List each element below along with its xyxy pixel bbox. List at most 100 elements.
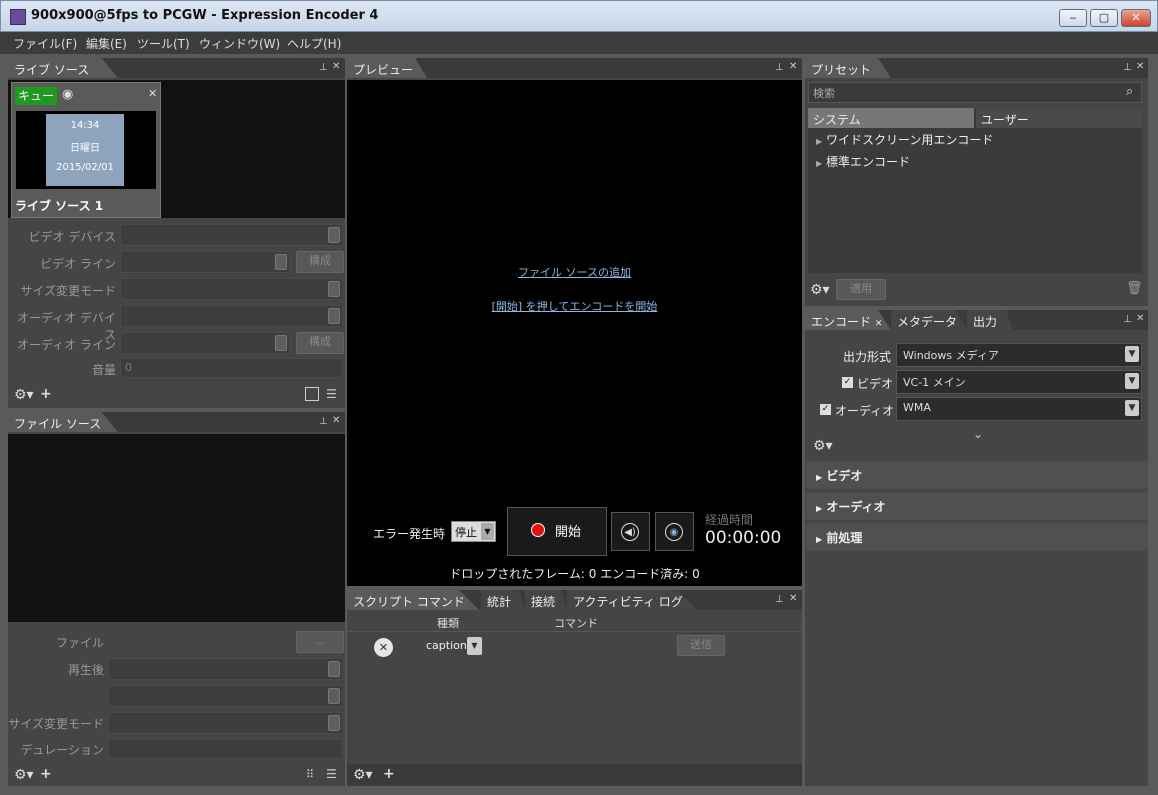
gear-icon[interactable]: ⚙▾: [14, 767, 34, 783]
pin-icon[interactable]: ⊥: [775, 594, 784, 605]
live-source-card[interactable]: キュー ◉ ✕ 14:34 日曜日 2015/02/01 ライブ ソース 1: [11, 82, 161, 218]
tab-user[interactable]: ユーザー: [976, 108, 1142, 128]
add-icon[interactable]: +: [40, 766, 52, 782]
after-play-select[interactable]: [108, 658, 343, 680]
video-device-select[interactable]: [120, 224, 343, 246]
file-resize-mode-select[interactable]: [108, 712, 343, 734]
tab-connections[interactable]: 接続: [525, 590, 567, 610]
chevron-down-icon: ▼: [1125, 346, 1139, 362]
expand-arrow-icon: ▶: [816, 473, 823, 482]
minimize-button[interactable]: ‒: [1059, 9, 1087, 27]
tab-output[interactable]: 出力: [967, 310, 1013, 330]
tab-system[interactable]: システム: [808, 108, 974, 128]
gear-icon[interactable]: ⚙▾: [14, 387, 34, 403]
tab-activity-log[interactable]: アクティビティ ログ: [567, 590, 697, 610]
close-icon[interactable]: ✕: [1136, 61, 1144, 72]
cue-button[interactable]: キュー: [15, 87, 57, 105]
remove-command-icon[interactable]: ✕: [374, 638, 393, 657]
add-file-source-link[interactable]: ファイル ソースの追加: [347, 264, 802, 280]
video-codec-select[interactable]: VC-1 メイン ▼: [896, 370, 1142, 394]
gear-icon[interactable]: ⚙▾: [810, 282, 830, 298]
menu-help[interactable]: ヘルプ(H): [287, 35, 341, 52]
resize-mode-label: サイズ変更モード: [20, 284, 116, 298]
app-icon: [10, 9, 26, 25]
menu-edit[interactable]: 編集(E): [86, 35, 127, 52]
menu-window[interactable]: ウィンドウ(W): [199, 35, 280, 52]
gear-icon[interactable]: ⚙▾: [353, 767, 373, 783]
video-checkbox[interactable]: ✓: [842, 377, 853, 388]
list-view-icon[interactable]: ☰: [326, 387, 337, 401]
tab-live-source[interactable]: ライブ ソース: [8, 58, 118, 78]
file-label: ファイル: [55, 636, 104, 650]
apply-button[interactable]: 適用: [836, 279, 886, 300]
preset-group-standard[interactable]: ▶ 標準エンコード: [816, 153, 910, 170]
start-hint-link[interactable]: [開始] を押してエンコードを開始: [347, 298, 802, 314]
pin-icon[interactable]: ⊥: [319, 62, 328, 73]
tab-presets[interactable]: プリセット: [805, 58, 891, 78]
tab-stats[interactable]: 統計: [481, 590, 525, 610]
pin-icon[interactable]: ⊥: [319, 416, 328, 427]
expand-more-icon[interactable]: ⌄: [973, 427, 983, 441]
volume-field[interactable]: 0: [120, 358, 343, 378]
list-view-icon[interactable]: ☰: [326, 767, 337, 781]
expand-arrow-icon: ▶: [816, 159, 823, 168]
close-icon[interactable]: ✕: [1136, 313, 1144, 324]
grid-view-icon[interactable]: [305, 387, 319, 401]
chevron-down-icon[interactable]: ▼: [467, 637, 482, 655]
tab-encode-label: エンコード: [811, 315, 872, 329]
gear-icon[interactable]: ⚙▾: [813, 438, 833, 454]
tab-preview[interactable]: プレビュー: [347, 58, 427, 78]
section-audio[interactable]: ▶ オーディオ: [806, 492, 1148, 520]
menu-file[interactable]: ファイル(F): [13, 35, 77, 52]
video-codec-value: VC-1 メイン: [903, 376, 966, 389]
live-source-panel: ライブ ソース ⊥ ✕ キュー ◉ ✕ 14:34 日曜日 2015/02/01…: [8, 58, 345, 408]
close-icon[interactable]: ✕: [789, 61, 797, 72]
close-icon[interactable]: ✕: [148, 87, 157, 100]
tab-file-source[interactable]: ファイル ソース: [8, 412, 118, 432]
script-table-header: 種類 コマンド: [347, 612, 802, 632]
on-error-select[interactable]: 停止 ▼: [451, 521, 496, 542]
start-button[interactable]: 開始: [507, 507, 607, 556]
pin-icon[interactable]: ⊥: [1123, 62, 1132, 73]
close-button[interactable]: ✕: [1121, 9, 1151, 27]
preset-list: システム ユーザー ▶ ワイドスクリーン用エンコード ▶ 標準エンコード: [808, 108, 1142, 273]
audio-codec-select[interactable]: WMA ▼: [896, 397, 1142, 421]
pin-icon[interactable]: ⊥: [1123, 314, 1132, 325]
audio-config-button[interactable]: 構成: [296, 332, 344, 354]
close-icon[interactable]: ✕: [789, 593, 797, 604]
video-preview-button[interactable]: ◉: [655, 512, 694, 551]
trash-icon[interactable]: 🗑: [1126, 281, 1143, 296]
audio-device-select[interactable]: [120, 305, 343, 327]
section-preprocess[interactable]: ▶ 前処理: [806, 523, 1148, 551]
eye-icon[interactable]: ◉: [62, 87, 73, 102]
section-video-label: ビデオ: [826, 469, 863, 483]
audio-checkbox[interactable]: ✓: [820, 404, 831, 415]
video-config-button[interactable]: 構成: [296, 251, 344, 273]
grid-view-icon[interactable]: ⠿: [306, 768, 314, 781]
close-icon[interactable]: ✕: [332, 61, 340, 72]
preset-group-widescreen[interactable]: ▶ ワイドスクリーン用エンコード: [816, 131, 993, 148]
close-icon[interactable]: ✕: [875, 319, 883, 329]
send-button[interactable]: 送信: [677, 635, 725, 656]
secondary-select[interactable]: [108, 685, 343, 707]
pin-icon[interactable]: ⊥: [775, 62, 784, 73]
tab-encode[interactable]: エンコード ✕: [805, 310, 891, 330]
section-video[interactable]: ▶ ビデオ: [806, 461, 1148, 489]
menu-tools[interactable]: ツール(T): [137, 35, 190, 52]
preset-search-input[interactable]: 検索: [808, 82, 1142, 103]
add-icon[interactable]: +: [383, 766, 395, 782]
resize-mode-select[interactable]: [120, 278, 343, 300]
output-format-select[interactable]: Windows メディア ▼: [896, 343, 1142, 367]
search-icon[interactable]: ⌕: [1126, 84, 1133, 99]
audio-line-select[interactable]: [120, 332, 290, 354]
maximize-button[interactable]: ▢: [1090, 9, 1118, 27]
tab-script-command[interactable]: スクリプト コマンド ✕: [347, 590, 479, 610]
tab-metadata[interactable]: メタデータ: [891, 310, 967, 330]
duration-field[interactable]: [108, 739, 343, 759]
close-icon[interactable]: ✕: [332, 415, 340, 426]
video-line-select[interactable]: [120, 251, 290, 273]
add-icon[interactable]: +: [40, 386, 52, 402]
chevron-down-icon: ▼: [1125, 400, 1139, 416]
browse-button[interactable]: ...: [296, 631, 344, 653]
audio-monitor-button[interactable]: ◀): [611, 512, 650, 551]
